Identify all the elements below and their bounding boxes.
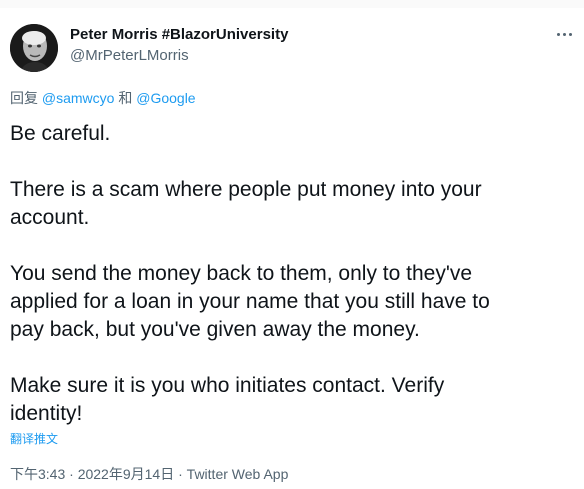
tweet-line: pay back, but you've given away the mone…: [10, 318, 420, 341]
avatar[interactable]: [10, 24, 58, 72]
meta-separator: ·: [174, 466, 187, 482]
tweet-body: Be careful. There is a scam where people…: [10, 120, 570, 428]
tweet-time[interactable]: 下午3:43: [10, 466, 65, 482]
tweet-line: Be careful.: [10, 122, 111, 145]
ellipsis-icon: [556, 32, 560, 36]
tweet-date[interactable]: 2022年9月14日: [78, 466, 175, 482]
tweet-card: Peter Morris #BlazorUniversity @MrPeterL…: [0, 0, 584, 489]
mention-link-samwcyo[interactable]: @samwcyo: [42, 90, 115, 106]
tweet-line: account.: [10, 206, 90, 229]
reply-context: 回复 @samwcyo 和 @Google: [10, 88, 196, 108]
reply-prefix: 回复: [10, 90, 42, 106]
ellipsis-dot: [562, 32, 566, 36]
tweet-source-link[interactable]: Twitter Web App: [187, 466, 289, 482]
more-options-button[interactable]: [552, 24, 576, 44]
tweet-line: You send the money back to them, only to…: [10, 262, 473, 285]
tweet-line: Make sure it is you who initiates contac…: [10, 374, 445, 397]
profile-photo-icon: [10, 24, 58, 72]
tweet-metadata: 下午3:43 · 2022年9月14日 · Twitter Web App: [10, 464, 288, 484]
tweet-line: identity!: [10, 402, 83, 425]
tweet-line: There is a scam where people put money i…: [10, 178, 482, 201]
user-display-name[interactable]: Peter Morris #BlazorUniversity: [70, 26, 288, 43]
reply-connector: 和: [114, 90, 137, 106]
translate-tweet-link[interactable]: 翻译推文: [10, 430, 58, 447]
top-divider: [0, 0, 584, 8]
ellipsis-dot: [568, 32, 572, 36]
tweet-line: applied for a loan in your name that you…: [10, 290, 490, 313]
meta-separator: ·: [65, 466, 78, 482]
mention-link-google[interactable]: @Google: [136, 90, 195, 106]
user-handle[interactable]: @MrPeterLMorris: [70, 47, 189, 64]
